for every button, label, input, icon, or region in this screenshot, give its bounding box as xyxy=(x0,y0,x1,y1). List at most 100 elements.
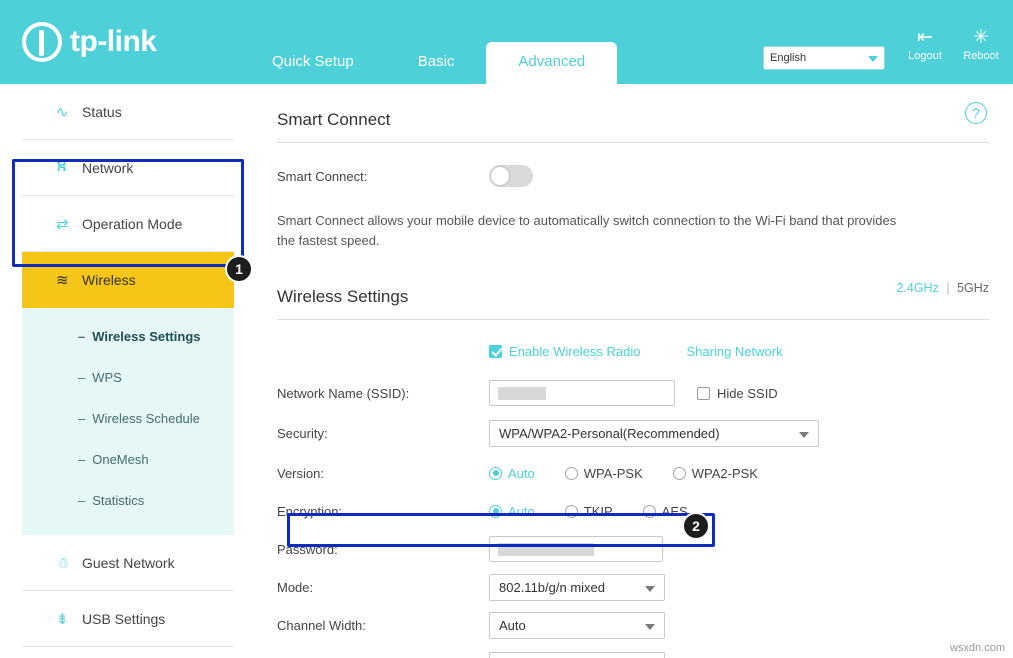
reboot-button[interactable]: ✳ Reboot xyxy=(955,27,1007,63)
watermark: wsxdn.com xyxy=(949,642,1005,654)
password-label: Password: xyxy=(277,541,338,557)
logout-button[interactable]: ⇤ Logout xyxy=(899,28,951,63)
encryption-option-auto[interactable]: Auto xyxy=(489,504,535,519)
sidebar: ∿ Status ⛕ Network ⇄ Operation Mode ≋ Wi… xyxy=(22,84,234,658)
version-label: Version: xyxy=(277,465,324,481)
sidebar-item-wireless-schedule[interactable]: – Wireless Schedule xyxy=(22,398,234,439)
sidebar-item-usb-settings[interactable]: ⇟ USB Settings xyxy=(22,591,234,647)
sidebar-item-label: Status xyxy=(82,103,122,120)
sidebar-item-network[interactable]: ⛕ Network xyxy=(22,140,234,196)
sidebar-item-label: Operation Mode xyxy=(82,215,183,232)
usb-icon: ⇟ xyxy=(56,610,69,628)
smart-connect-description: Smart Connect allows your mobile device … xyxy=(277,213,897,248)
mode-icon: ⇄ xyxy=(56,215,69,233)
sidebar-item-status[interactable]: ∿ Status xyxy=(22,84,234,140)
tab-basic[interactable]: Basic xyxy=(386,42,487,84)
mode-select[interactable]: 802.11b/g/n mixed xyxy=(489,573,665,601)
tplink-logo-mark xyxy=(22,22,62,62)
chevron-down-icon xyxy=(868,56,878,62)
wireless-submenu: – Wireless Settings – WPS – Wireless Sch… xyxy=(22,308,234,535)
dash-icon: – xyxy=(78,493,86,508)
enable-wireless-radio-checkbox[interactable] xyxy=(489,344,502,358)
smart-connect-title: Smart Connect xyxy=(277,110,391,129)
mode-select-value: 802.11b/g/n mixed xyxy=(499,579,605,595)
security-select[interactable]: WPA/WPA2-Personal(Recommended) xyxy=(489,419,819,447)
logout-label: Logout xyxy=(908,50,942,62)
channel-row: Channel: Auto xyxy=(277,648,989,658)
tab-quick-setup[interactable]: Quick Setup xyxy=(240,42,386,84)
sidebar-item-operation-mode[interactable]: ⇄ Operation Mode xyxy=(22,196,234,252)
version-option-label: WPA2-PSK xyxy=(691,465,758,481)
version-option-wpa2-psk[interactable]: WPA2-PSK xyxy=(672,465,758,481)
sidebar-item-statistics[interactable]: – Statistics xyxy=(22,480,234,521)
tplink-logo-text: tp-link xyxy=(70,25,157,58)
band-24ghz-link[interactable]: 2.4GHz xyxy=(896,281,938,295)
sidebar-item-wireless-settings[interactable]: – Wireless Settings xyxy=(22,316,234,357)
sidebar-subitem-label: Wireless Settings xyxy=(92,329,201,344)
wireless-settings-title-text: Wireless Settings xyxy=(277,287,409,306)
wireless-settings-title: Wireless Settings 2.4GHz | 5GHz xyxy=(277,251,989,319)
ssid-masked-value xyxy=(498,387,546,400)
sidebar-subitem-label: OneMesh xyxy=(92,452,149,467)
radio-icon xyxy=(642,504,656,518)
main-nav-tabs: Quick Setup Basic Advanced xyxy=(240,42,618,84)
hide-ssid-checkbox[interactable] xyxy=(697,386,710,400)
divider xyxy=(277,142,989,143)
version-option-auto[interactable]: Auto xyxy=(489,466,535,481)
hide-ssid-label: Hide SSID xyxy=(717,385,778,401)
band-5ghz-link[interactable]: 5GHz xyxy=(957,281,989,295)
chevron-down-icon xyxy=(799,431,809,438)
mode-label: Mode: xyxy=(277,579,314,595)
sidebar-item-wireless[interactable]: ≋ Wireless xyxy=(22,252,234,308)
main-content: ? Smart Connect Smart Connect: Smart Con… xyxy=(253,84,1013,658)
password-row: Password: xyxy=(277,532,989,566)
sidebar-item-label: Wireless xyxy=(82,272,136,288)
security-row: Security: WPA/WPA2-Personal(Recommended) xyxy=(277,416,989,450)
smart-connect-label: Smart Connect: xyxy=(277,168,368,184)
reboot-label: Reboot xyxy=(963,50,999,62)
network-icon: ⛕ xyxy=(56,158,68,175)
radio-icon xyxy=(564,466,578,480)
version-option-wpa-psk[interactable]: WPA-PSK xyxy=(564,465,643,481)
version-option-label: Auto xyxy=(508,465,535,481)
channel-width-row: Channel Width: Auto xyxy=(277,608,989,642)
chevron-down-icon xyxy=(645,623,655,630)
sidebar-subitem-label: WPS xyxy=(92,370,122,385)
router-admin-page: tp-link Quick Setup Basic Advanced Engli… xyxy=(0,0,1013,658)
encryption-option-tkip[interactable]: TKIP xyxy=(564,504,613,519)
toggle-knob xyxy=(491,167,509,185)
radio-icon xyxy=(489,504,502,518)
dash-icon: – xyxy=(78,370,86,385)
sidebar-item-wps[interactable]: – WPS xyxy=(22,357,234,398)
channel-width-select[interactable]: Auto xyxy=(489,611,665,639)
password-input[interactable] xyxy=(489,536,663,562)
tab-advanced[interactable]: Advanced xyxy=(486,42,618,84)
tplink-logo: tp-link xyxy=(22,22,157,62)
sidebar-subitem-label: Wireless Schedule xyxy=(92,411,200,426)
smart-connect-row: Smart Connect: xyxy=(277,159,989,193)
band-switcher: 2.4GHz | 5GHz xyxy=(896,281,989,295)
radio-icon xyxy=(672,466,686,480)
dash-icon: – xyxy=(78,329,86,344)
channel-select[interactable]: Auto xyxy=(489,651,665,658)
smart-connect-toggle[interactable] xyxy=(489,165,533,187)
sidebar-item-label: Guest Network xyxy=(82,554,175,571)
sidebar-item-label: USB Settings xyxy=(82,610,166,627)
sidebar-item-onemesh[interactable]: – OneMesh xyxy=(22,439,234,480)
chevron-down-icon xyxy=(645,585,655,592)
dash-icon: – xyxy=(78,411,86,426)
language-select[interactable]: English xyxy=(763,46,885,70)
channel-width-select-value: Auto xyxy=(499,617,526,633)
reboot-icon: ✳ xyxy=(973,27,989,48)
version-row: Version: Auto WPA-PSK WPA2-PSK xyxy=(277,456,989,490)
sidebar-item-guest-network[interactable]: ☃ Guest Network xyxy=(22,535,234,591)
sharing-network-link[interactable]: Sharing Network xyxy=(687,344,783,359)
band-separator: | xyxy=(946,281,950,295)
page-header: tp-link Quick Setup Basic Advanced Engli… xyxy=(0,0,1013,84)
ssid-input[interactable] xyxy=(489,380,675,406)
language-select-value: English xyxy=(770,52,807,64)
encryption-option-aes[interactable]: AES xyxy=(642,504,688,519)
version-option-label: WPA-PSK xyxy=(583,465,643,481)
enable-wireless-radio-label: Enable Wireless Radio xyxy=(509,343,641,359)
radio-icon xyxy=(564,504,578,518)
